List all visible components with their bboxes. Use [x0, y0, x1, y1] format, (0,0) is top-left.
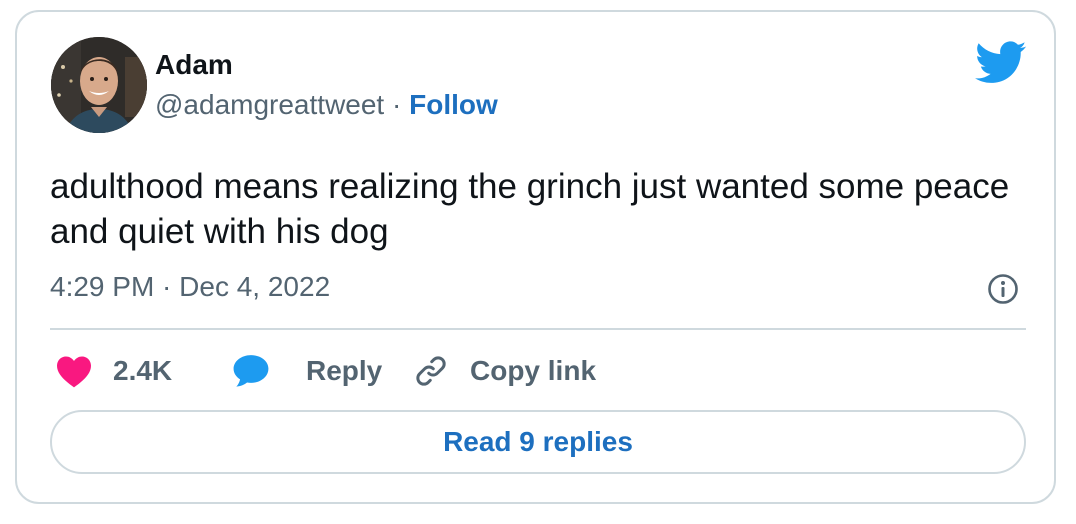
speech-bubble-icon: [233, 355, 269, 387]
follow-button[interactable]: Follow: [409, 89, 498, 120]
separator-dot: ·: [392, 89, 402, 120]
divider: [50, 328, 1026, 330]
link-icon: [416, 356, 446, 386]
author-handle[interactable]: @adamgreattweet: [155, 89, 384, 120]
avatar-photo: [51, 37, 147, 133]
author-meta: @adamgreattweet · Follow: [155, 88, 498, 122]
tweet-text: adulthood means realizing the grinch jus…: [50, 167, 1010, 251]
avatar[interactable]: [51, 37, 147, 133]
author-name[interactable]: Adam: [155, 48, 233, 82]
like-count: 2.4K: [113, 355, 173, 386]
read-replies-button[interactable]: Read 9 replies: [50, 410, 1026, 474]
like-button[interactable]: 2.4K: [55, 352, 172, 390]
reply-label: Reply: [306, 355, 383, 386]
tweet-card: Adam @adamgreattweet · Follow adulthood …: [15, 10, 1056, 504]
copy-link-button[interactable]: Copy link: [413, 352, 596, 390]
reply-button[interactable]: Reply: [232, 352, 382, 390]
copy-link-label: Copy link: [470, 355, 597, 386]
twitter-bird-icon[interactable]: [975, 41, 1027, 85]
heart-icon: [57, 356, 91, 388]
tweet-timestamp[interactable]: 4:29 PM · Dec 4, 2022: [50, 270, 330, 304]
info-icon[interactable]: [987, 273, 1019, 305]
